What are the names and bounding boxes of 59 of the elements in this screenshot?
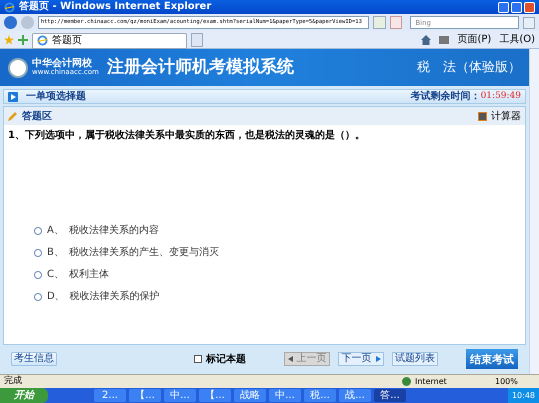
mark-label: 标记本题: [206, 352, 246, 366]
play-icon: [8, 92, 18, 102]
taskbar-button[interactable]: 战略: [234, 389, 266, 402]
scrollbar[interactable]: [529, 49, 539, 374]
left-triangle-icon: [288, 356, 292, 362]
taskbar-button[interactable]: 2...: [94, 389, 126, 402]
finish-exam-button[interactable]: 结束考试: [466, 349, 518, 369]
page-menu[interactable]: 页面(P): [457, 32, 492, 47]
next-page-button[interactable]: 下一页: [338, 352, 384, 366]
maximize-button[interactable]: [511, 2, 522, 12]
stop-button[interactable]: [390, 16, 402, 29]
logo-icon: [8, 58, 28, 78]
radio-button[interactable]: [34, 226, 42, 234]
student-info-button[interactable]: 考生信息: [11, 352, 57, 366]
window-title: 答题页 - Windows Internet Explorer: [19, 2, 212, 12]
taskbar-button[interactable]: 战...: [339, 389, 371, 402]
calculator-icon: [478, 112, 487, 120]
zone-text: Internet: [415, 376, 448, 388]
answer-area-title: 答题区: [22, 110, 52, 124]
start-button[interactable]: 开始: [0, 388, 48, 403]
taskbar-button[interactable]: 中...: [269, 389, 301, 402]
radio-button[interactable]: [34, 292, 42, 300]
timer-label: 考试剩余时间：: [410, 90, 481, 104]
taskbar-button[interactable]: 【...: [129, 389, 161, 402]
status-text: 完成: [4, 374, 22, 388]
back-button[interactable]: [4, 16, 17, 29]
taskbar-button[interactable]: 【...: [199, 389, 231, 402]
logo-name: 中华会计网校: [32, 59, 92, 69]
ie-logo-icon: [4, 2, 15, 12]
zoom-text[interactable]: 100%: [495, 376, 535, 388]
home-icon[interactable]: [421, 34, 432, 44]
refresh-button[interactable]: [372, 16, 386, 29]
clock: 10:48: [512, 390, 535, 402]
ie-logo-icon: [37, 35, 48, 46]
answer-option[interactable]: A、 税收法律关系的内容: [34, 223, 525, 238]
mark-checkbox[interactable]: [194, 355, 202, 363]
timer: 01:59:49: [480, 90, 521, 103]
radio-button[interactable]: [34, 248, 42, 256]
section-title: 一单项选择题: [26, 90, 86, 104]
answer-option[interactable]: C、 权利主体: [34, 267, 525, 282]
new-tab-button[interactable]: [191, 32, 203, 46]
minimize-button[interactable]: [498, 2, 509, 12]
subject-title: 税 法（体验版）: [417, 58, 521, 77]
star-icon[interactable]: [4, 34, 14, 44]
tools-menu[interactable]: 工具(O): [499, 32, 535, 47]
taskbar-button[interactable]: 中...: [164, 389, 196, 402]
pencil-icon: [8, 111, 18, 121]
taskbar-button[interactable]: 答...: [374, 389, 406, 402]
question-list-button[interactable]: 试题列表: [392, 352, 438, 366]
system-title: 注册会计师机考模拟系统: [106, 56, 294, 79]
right-triangle-icon: [376, 356, 380, 362]
radio-button[interactable]: [34, 270, 42, 278]
browser-tab[interactable]: 答题页: [32, 32, 187, 48]
calculator-button[interactable]: 计算器: [478, 108, 521, 124]
answer-option[interactable]: D、 税收法律关系的保护: [34, 289, 525, 304]
taskbar-button[interactable]: 税...: [304, 389, 336, 402]
question-text: 1、下列选项中，属于税收法律关系中最实质的东西，也是税法的灵魂的是（）。: [7, 128, 366, 143]
close-button[interactable]: [524, 2, 535, 12]
answer-option[interactable]: B、 税收法律关系的产生、变更与消灭: [34, 245, 525, 260]
